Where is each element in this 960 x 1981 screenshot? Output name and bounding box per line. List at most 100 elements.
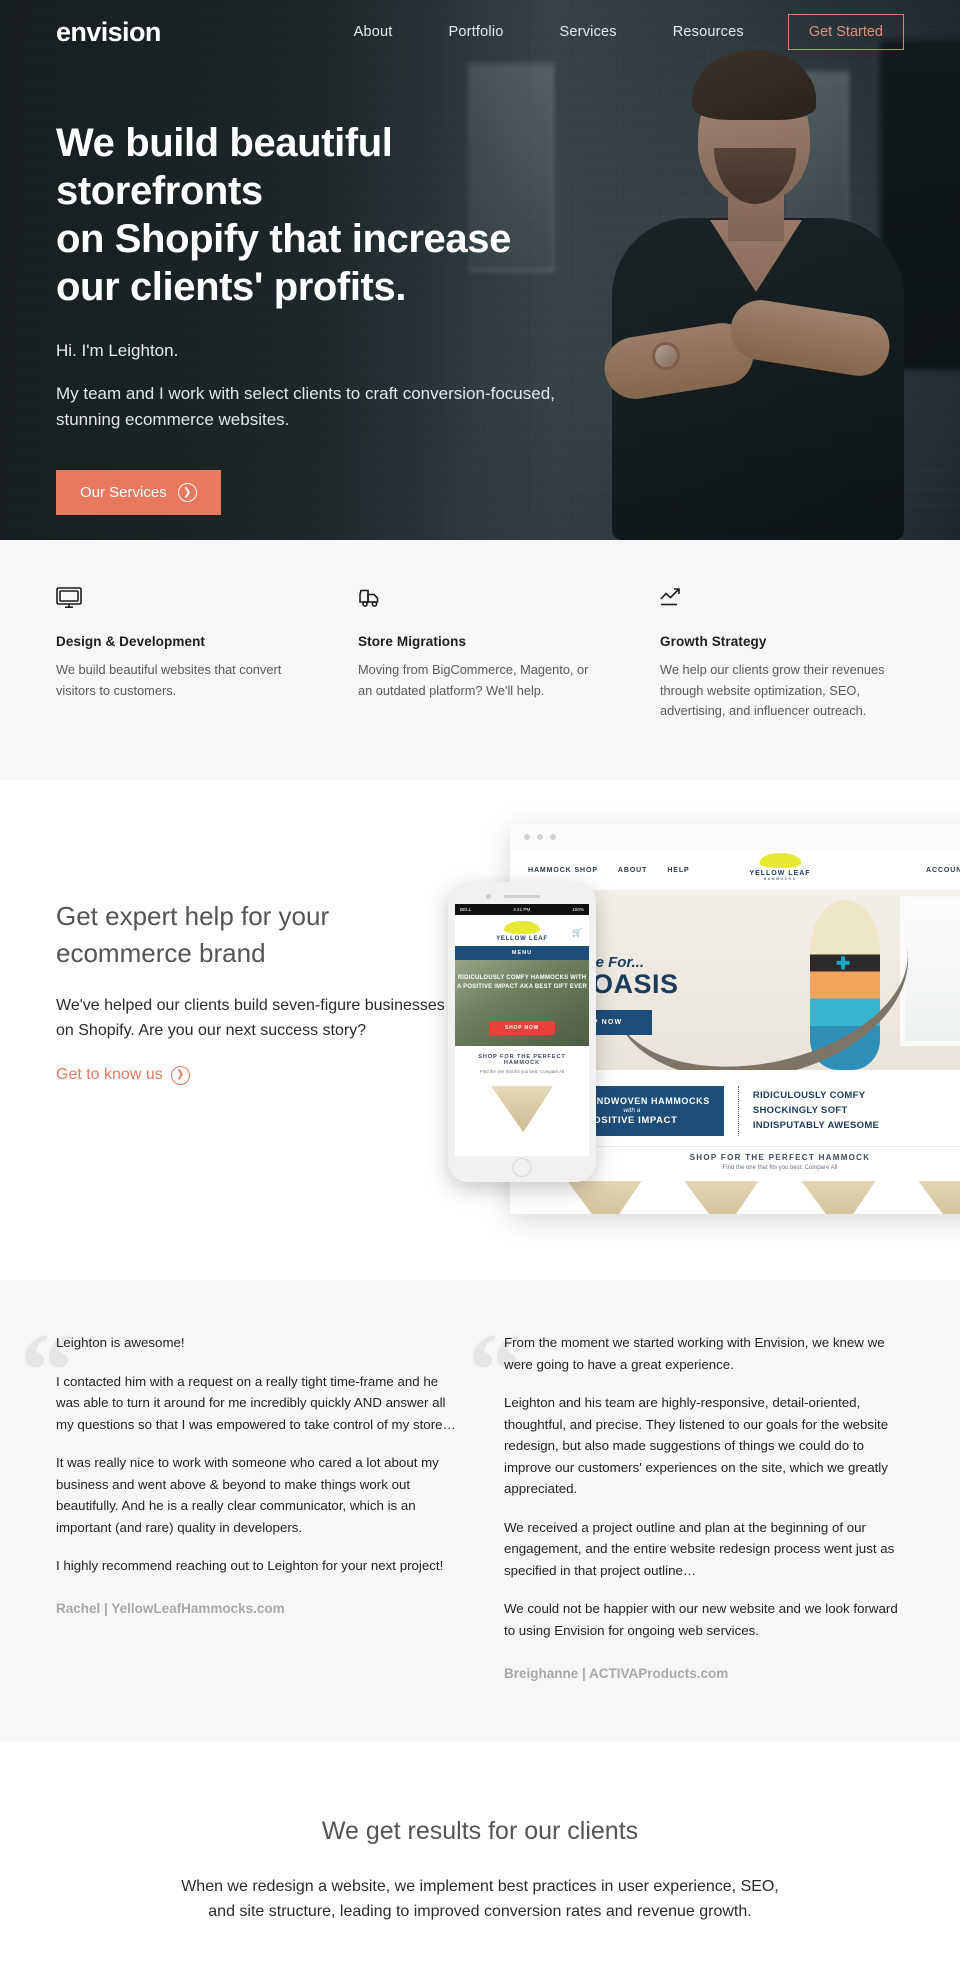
nav-links: About Portfolio Services Resources Get S… xyxy=(326,14,904,50)
phone-menu-button: MENU xyxy=(455,946,589,960)
feature-body: Moving from BigCommerce, Magento, or an … xyxy=(358,660,602,701)
yellow-leaf-logo: YELLOW LEAF HAMMOCKS xyxy=(749,853,810,881)
phone-speaker xyxy=(504,895,540,898)
site-logo[interactable]: envision xyxy=(56,17,161,48)
store-name: YELLOW LEAF xyxy=(749,870,810,877)
feature-body: We help our clients grow their revenues … xyxy=(660,660,904,722)
window-dot-icon xyxy=(537,834,543,840)
landing-page: envision About Portfolio Services Resour… xyxy=(0,0,960,1981)
claim-3: INDISPUTABLY AWESOME xyxy=(753,1119,879,1134)
testimonial-paragraph: I contacted him with a request on a real… xyxy=(56,1371,456,1436)
hammock-product xyxy=(919,1181,960,1214)
nav-item-about[interactable]: About xyxy=(326,24,421,40)
results-heading: We get results for our clients xyxy=(56,1817,904,1846)
expert-heading: Get expert help for your ecommerce brand xyxy=(56,898,456,972)
product-mockup: HAMMOCK SHOP ABOUT HELP YELLOW LEAF HAMM… xyxy=(448,824,960,1244)
expert-paragraph: We've helped our clients build seven-fig… xyxy=(56,994,456,1044)
window-dot-icon xyxy=(550,834,556,840)
testimonial-paragraph: We received a project outline and plan a… xyxy=(504,1517,904,1582)
store-nav-account: ACCOUNT xyxy=(926,867,960,874)
phone-hammock-product xyxy=(491,1086,553,1132)
monitor-icon xyxy=(56,586,300,620)
phone-screen: BELL 4:21 PM 100% YELLOW LEAF 🛒 MENU RID… xyxy=(455,904,589,1156)
phone-store-logo: YELLOW LEAF 🛒 xyxy=(455,915,589,946)
testimonial-citation: Rachel | YellowLeafHammocks.com xyxy=(56,1601,456,1616)
testimonial-paragraph: Leighton is awesome! xyxy=(56,1332,456,1354)
truck-icon xyxy=(358,586,602,620)
cart-icon: 🛒 xyxy=(572,928,582,937)
testimonial-citation: Breighanne | ACTIVAProducts.com xyxy=(504,1666,904,1681)
hammock-product xyxy=(685,1181,759,1214)
nav-item-portfolio[interactable]: Portfolio xyxy=(421,24,532,40)
results-paragraph: When we redesign a website, we implement… xyxy=(170,1874,790,1926)
our-services-label: Our Services xyxy=(80,484,167,501)
phone-shop-title: SHOP FOR THE PERFECT HAMMOCK xyxy=(459,1054,585,1066)
arrow-right-circle-icon: ❯ xyxy=(178,483,197,502)
arrow-right-circle-icon: ❯ xyxy=(171,1066,190,1085)
hero-greeting: Hi. I'm Leighton. xyxy=(56,341,584,361)
expert-help-section: Get expert help for your ecommerce brand… xyxy=(0,780,960,1280)
trending-up-icon xyxy=(660,586,904,620)
shop-prompt-title: SHOP FOR THE PERFECT HAMMOCK xyxy=(540,1153,960,1162)
hero-content: We build beautiful storefronts on Shopif… xyxy=(0,64,640,515)
store-nav-right: ACCOUNT CART 🛒 xyxy=(926,866,960,874)
claim-1: RIDICULOUSLY COMFY xyxy=(753,1089,879,1104)
phone-status-bar: BELL 4:21 PM 100% xyxy=(455,904,589,915)
hammock-product xyxy=(568,1181,642,1214)
phone-shop-prompt: SHOP FOR THE PERFECT HAMMOCK Find the on… xyxy=(455,1046,589,1078)
get-to-know-us-label: Get to know us xyxy=(56,1066,163,1084)
get-started-button[interactable]: Get Started xyxy=(788,14,904,50)
leaf-icon xyxy=(504,921,540,934)
phone-carrier: BELL xyxy=(460,907,471,912)
phone-home-button xyxy=(513,1158,532,1177)
phone-hero-text: RIDICULOUSLY COMFY HAMMOCKS WITH A POSIT… xyxy=(455,974,589,992)
store-nav-about: ABOUT xyxy=(618,867,647,874)
feature-store-migrations: Store Migrations Moving from BigCommerce… xyxy=(358,586,602,722)
testimonial-paragraph: From the moment we started working with … xyxy=(504,1332,904,1375)
testimonial-rachel: “ Leighton is awesome! I contacted him w… xyxy=(56,1332,456,1680)
phone-hero-banner: RIDICULOUSLY COMFY HAMMOCKS WITH A POSIT… xyxy=(455,960,589,1046)
claims-list: RIDICULOUSLY COMFY SHOCKINGLY SOFT INDIS… xyxy=(753,1089,879,1133)
shop-prompt-sub: Find the one that fits you best. Compare… xyxy=(540,1165,960,1171)
feature-title: Growth Strategy xyxy=(660,634,904,649)
hero-heading-line-3: our clients' profits. xyxy=(56,265,406,309)
testimonial-breighanne: “ From the moment we started working wit… xyxy=(504,1332,904,1680)
testimonial-paragraph: I highly recommend reaching out to Leigh… xyxy=(56,1555,456,1577)
shop-prompt: SHOP FOR THE PERFECT HAMMOCK Find the on… xyxy=(540,1146,960,1175)
banner-window xyxy=(900,896,960,1046)
hero-section: envision About Portfolio Services Resour… xyxy=(0,0,960,540)
feature-title: Store Migrations xyxy=(358,634,602,649)
results-section: We get results for our clients When we r… xyxy=(0,1741,960,1981)
testimonial-paragraph: Leighton and his team are highly-respons… xyxy=(504,1392,904,1500)
testimonial-paragraph: We could not be happier with our new web… xyxy=(504,1598,904,1641)
hero-heading-line-1: We build beautiful storefronts xyxy=(56,121,393,213)
nav-item-services[interactable]: Services xyxy=(532,24,645,40)
our-services-button[interactable]: Our Services ❯ xyxy=(56,470,221,515)
nav-item-resources[interactable]: Resources xyxy=(645,24,772,40)
testimonial-paragraph: It was really nice to work with someone … xyxy=(56,1452,456,1538)
store-subtitle: HAMMOCKS xyxy=(749,877,810,881)
claim-2: SHOCKINGLY SOFT xyxy=(753,1104,879,1119)
phone-time: 4:21 PM xyxy=(513,907,530,912)
features-section: Design & Development We build beautiful … xyxy=(0,540,960,780)
phone-battery: 100% xyxy=(572,907,584,912)
testimonials-section: “ Leighton is awesome! I contacted him w… xyxy=(0,1280,960,1740)
feature-title: Design & Development xyxy=(56,634,300,649)
feature-design-development: Design & Development We build beautiful … xyxy=(56,586,300,722)
hero-paragraph: My team and I work with select clients t… xyxy=(56,381,584,432)
leaf-icon xyxy=(759,853,801,868)
feature-body: We build beautiful websites that convert… xyxy=(56,660,300,701)
get-to-know-us-link[interactable]: Get to know us ❯ xyxy=(56,1066,190,1085)
phone-shop-now-button: SHOP NOW xyxy=(489,1021,555,1035)
phone-shop-sub: Find the one that fits you best. Compare… xyxy=(459,1069,585,1074)
hero-heading-line-2: on Shopify that increase xyxy=(56,217,511,261)
window-dot-icon xyxy=(524,834,530,840)
phone-camera-icon xyxy=(486,894,491,899)
feature-growth-strategy: Growth Strategy We help our clients grow… xyxy=(660,586,904,722)
divider xyxy=(738,1086,739,1136)
hero-heading: We build beautiful storefronts on Shopif… xyxy=(56,119,584,311)
hammock-product xyxy=(802,1181,876,1214)
store-nav-help: HELP xyxy=(667,867,689,874)
phone-store-name: YELLOW LEAF xyxy=(455,936,589,942)
browser-titlebar xyxy=(510,824,960,850)
